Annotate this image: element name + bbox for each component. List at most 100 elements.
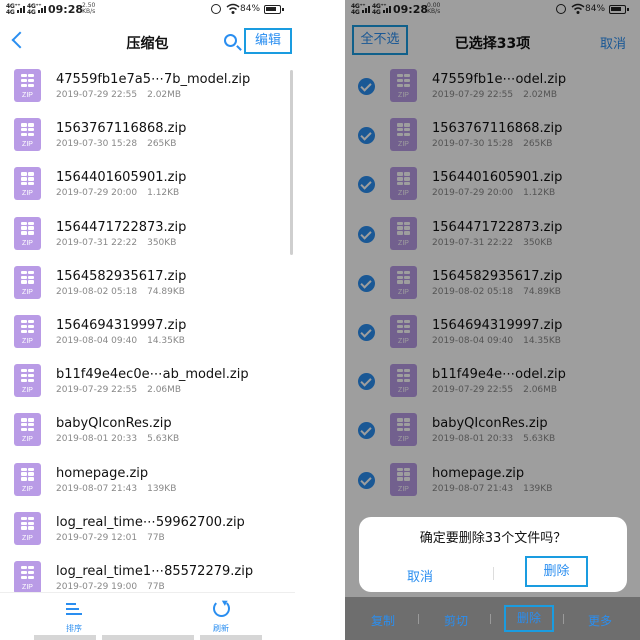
zip-file-icon: ZIP [14, 118, 41, 152]
zip-file-icon: ZIP [14, 511, 41, 545]
file-date: 2019-08-04 09:40 [56, 335, 138, 346]
file-row[interactable]: ZIP 1564582935617.zip 2019-08-02 05:18 74.8… [0, 259, 295, 308]
file-row[interactable]: ZIP log_real_time⋯59962700.zip 2019-07-29 … [0, 505, 295, 554]
search-icon[interactable] [224, 34, 237, 47]
file-name: 1564401605901.zip [56, 170, 187, 186]
file-name: homepage.zip [56, 465, 149, 481]
file-size: 77B [147, 581, 165, 592]
zip-file-icon: ZIP [14, 364, 41, 398]
zip-icon-label: ZIP [22, 436, 33, 444]
signal-bars-icon [17, 4, 26, 13]
file-date: 2019-07-29 19:00 [56, 581, 138, 592]
dialog-delete-button[interactable]: 删除 [525, 556, 588, 587]
sort-button[interactable]: 排序 [54, 593, 94, 640]
battery-percent: 84% [240, 4, 261, 14]
file-date: 2019-07-29 20:00 [56, 188, 138, 199]
file-meta: 2019-07-29 22:55 2.02MB [56, 90, 181, 100]
file-meta: 2019-08-01 20:33 5.63KB [56, 434, 179, 444]
file-size: 2.06MB [147, 385, 182, 396]
file-name: b11f49e4ec0e⋯ab_model.zip [56, 367, 249, 383]
file-meta: 2019-07-31 22:22 350KB [56, 238, 176, 248]
file-name: babyQIconRes.zip [56, 416, 172, 432]
zip-file-icon: ZIP [14, 216, 41, 250]
file-date: 2019-07-29 22:55 [56, 385, 138, 396]
file-size: 265KB [147, 139, 177, 150]
refresh-label: 刷新 [213, 624, 229, 633]
file-name: 1564694319997.zip [56, 317, 187, 333]
file-name: 1564582935617.zip [56, 268, 187, 284]
zip-file-icon: ZIP [14, 265, 41, 299]
file-row[interactable]: ZIP 1564401605901.zip 2019-07-29 20:00 1.12… [0, 160, 295, 209]
file-size: 139KB [147, 483, 177, 494]
zip-icon-label: ZIP [22, 485, 33, 493]
file-meta: 2019-07-29 20:00 1.12KB [56, 188, 179, 198]
file-size: 74.89KB [147, 286, 185, 297]
zip-icon-label: ZIP [22, 337, 33, 345]
file-row[interactable]: ZIP b11f49e4ec0e⋯ab_model.zip 2019-07-29 2… [0, 357, 295, 406]
file-row[interactable]: ZIP 47559fb1e7a5⋯7b_model.zip 2019-07-29 2… [0, 62, 295, 111]
action-toolbar: 复制 剪切 删除 更多 [345, 597, 640, 640]
gesture-bar [34, 635, 96, 640]
more-button[interactable]: 更多 [588, 612, 612, 629]
copy-button[interactable]: 复制 [371, 612, 395, 629]
bottom-toolbar: 排序 刷新 [0, 592, 295, 640]
gesture-bar [200, 635, 262, 640]
zip-file-icon: ZIP [14, 314, 41, 348]
sort-icon [66, 601, 82, 617]
file-date: 2019-07-31 22:22 [56, 237, 138, 248]
file-list: ZIP 47559fb1e7a5⋯7b_model.zip 2019-07-29 2… [0, 62, 295, 603]
refresh-icon [213, 600, 230, 617]
zip-icon-label: ZIP [22, 534, 33, 542]
phone-screen-file-list: 4G⁺⁺ 4G 4G⁺⁺ 4G 09:28 2.50 KB/s 84% 压缩包 … [0, 0, 295, 640]
file-size: 2.02MB [147, 90, 182, 100]
cut-button[interactable]: 剪切 [444, 612, 468, 629]
network-speed: 2.50 KB/s [82, 2, 96, 15]
file-row[interactable]: ZIP babyQIconRes.zip 2019-08-01 20:33 5.63K… [0, 406, 295, 455]
file-date: 2019-07-29 12:01 [56, 532, 138, 543]
alarm-icon [211, 4, 221, 14]
wifi-icon [226, 3, 240, 14]
battery-icon [264, 5, 284, 14]
dialog-divider [493, 567, 494, 580]
dialog-cancel-button[interactable]: 取消 [407, 566, 433, 585]
file-meta: 2019-07-29 19:00 77B [56, 582, 165, 592]
file-meta: 2019-07-29 12:01 77B [56, 533, 165, 543]
file-meta: 2019-07-29 22:55 2.06MB [56, 385, 181, 395]
file-meta: 2019-08-02 05:18 74.89KB [56, 287, 185, 297]
toolbar-divider [418, 614, 419, 624]
file-name: 1563767116868.zip [56, 121, 187, 137]
refresh-button[interactable]: 刷新 [201, 593, 241, 640]
zip-icon-label: ZIP [22, 92, 33, 99]
zip-icon-label: ZIP [22, 141, 33, 149]
zip-icon-label: ZIP [22, 583, 33, 591]
file-size: 350KB [147, 237, 177, 248]
file-row[interactable]: ZIP homepage.zip 2019-08-07 21:43 139KB [0, 456, 295, 505]
file-name: 1564471722873.zip [56, 219, 187, 235]
file-date: 2019-08-02 05:18 [56, 286, 138, 297]
zip-icon-label: ZIP [22, 239, 33, 247]
file-row[interactable]: ZIP 1563767116868.zip 2019-07-30 15:28 265K… [0, 111, 295, 160]
toolbar-divider [563, 614, 564, 624]
file-size: 14.35KB [147, 335, 185, 346]
scrollbar-thumb[interactable] [290, 70, 293, 255]
toolbar-divider [490, 614, 491, 624]
phone-screen-selection-mode: 4G⁺⁺ 4G 4G⁺⁺ 4G 09:28 0.00 KB/s 84% 全不选 … [345, 0, 640, 640]
zip-icon-label: ZIP [22, 190, 33, 198]
zip-icon-label: ZIP [22, 288, 33, 296]
signal-bars-icon [38, 4, 47, 13]
file-name: log_real_time1⋯85572279.zip [56, 563, 254, 579]
file-date: 2019-08-07 21:43 [56, 483, 138, 494]
file-meta: 2019-08-04 09:40 14.35KB [56, 336, 185, 346]
comparison-stage: 4G⁺⁺ 4G 4G⁺⁺ 4G 09:28 2.50 KB/s 84% 压缩包 … [0, 0, 640, 640]
file-size: 1.12KB [147, 188, 180, 199]
file-size: 5.63KB [147, 434, 180, 445]
clock: 09:28 [48, 3, 84, 16]
gesture-bar [102, 635, 194, 640]
edit-button[interactable]: 编辑 [244, 28, 292, 54]
status-bar: 4G⁺⁺ 4G 4G⁺⁺ 4G 09:28 2.50 KB/s 84% [0, 0, 295, 22]
file-name: log_real_time⋯59962700.zip [56, 514, 245, 530]
zip-file-icon: ZIP [14, 69, 41, 102]
delete-action-button[interactable]: 删除 [504, 605, 554, 632]
file-row[interactable]: ZIP 1564694319997.zip 2019-08-04 09:40 14.3… [0, 308, 295, 357]
file-row[interactable]: ZIP 1564471722873.zip 2019-07-31 22:22 350K… [0, 210, 295, 259]
